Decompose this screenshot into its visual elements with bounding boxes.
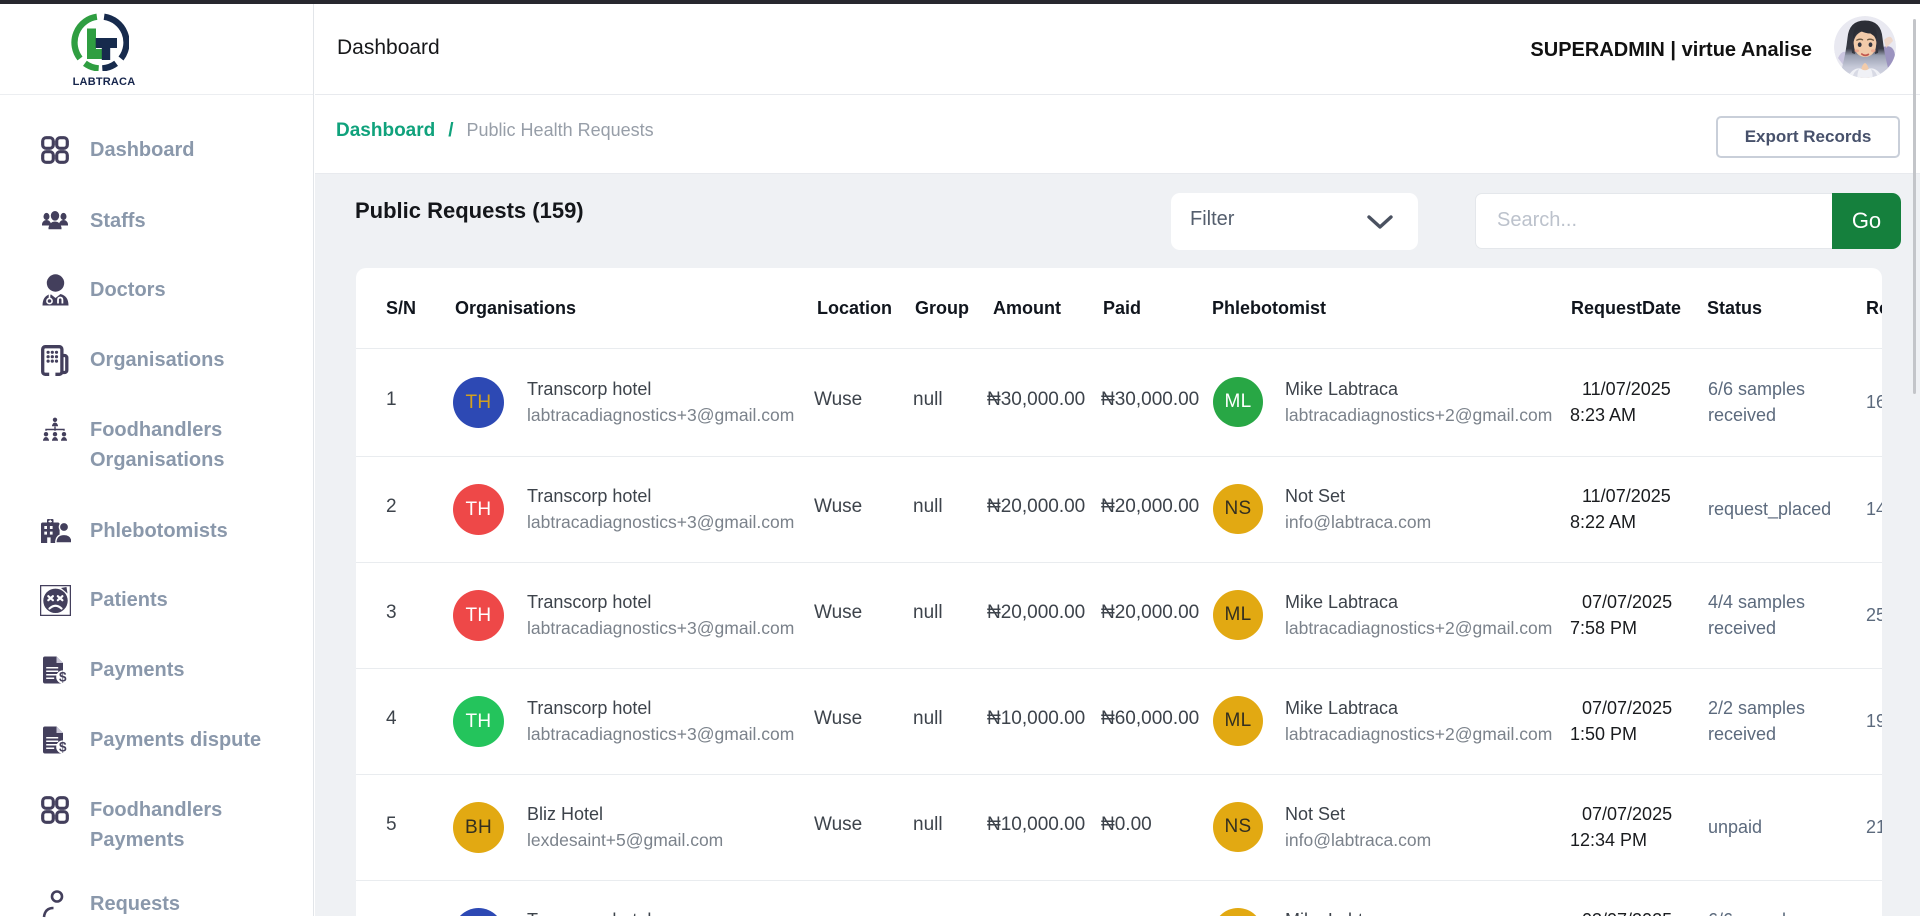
svg-text:$: $ [59,670,67,684]
svg-text:$: $ [59,740,67,754]
